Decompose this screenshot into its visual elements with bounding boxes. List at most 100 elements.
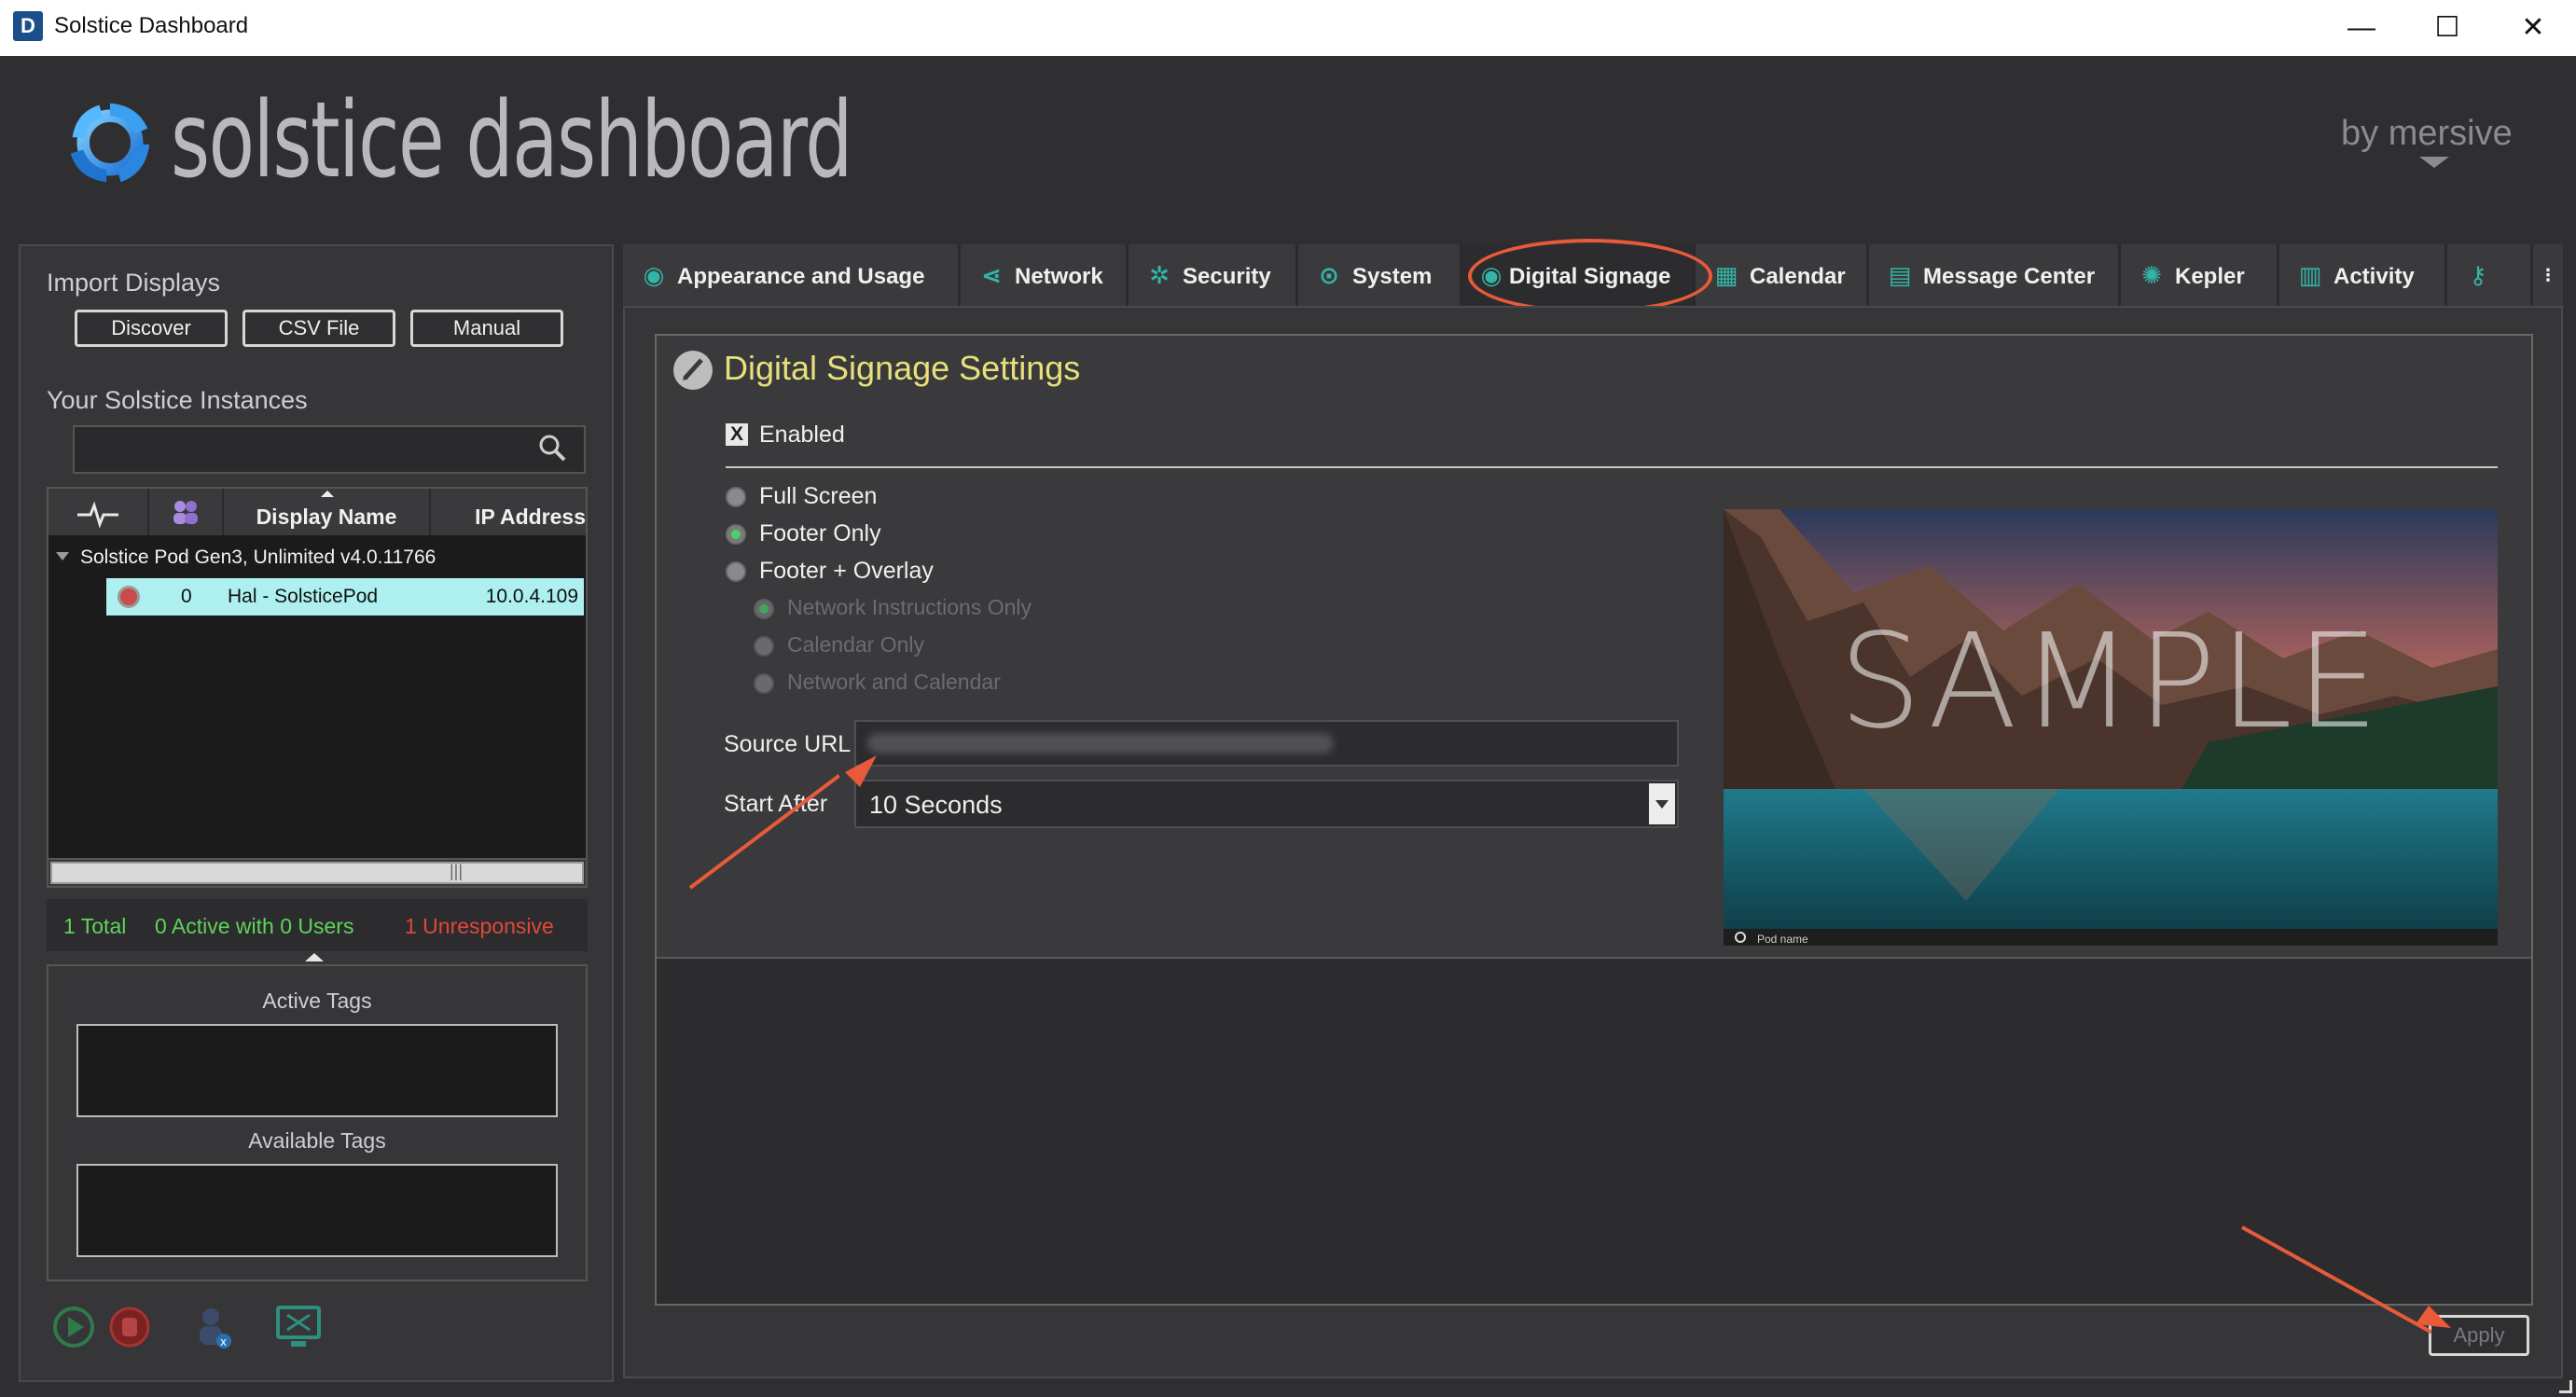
close-button[interactable]: ✕ <box>2490 0 2576 56</box>
users-icon <box>173 501 198 524</box>
eye-icon: ◉ <box>643 261 665 289</box>
calendar-only-label: Calendar Only <box>787 632 925 657</box>
window-titlebar: D Solstice Dashboard — ☐ ✕ <box>0 0 2576 56</box>
tab-system[interactable]: ⊙ System <box>1298 244 1462 306</box>
tab-overflow-button[interactable]: ⋮ <box>2533 244 2563 306</box>
available-tags-label: Available Tags <box>248 1128 386 1153</box>
enabled-label: Enabled <box>759 422 845 448</box>
calendar-only-radio[interactable] <box>754 636 774 657</box>
calendar-icon: ▦ <box>1714 261 1738 289</box>
active-tags-label: Active Tags <box>262 989 372 1013</box>
tab-message-center[interactable]: ▤ Message Center <box>1869 244 2121 306</box>
import-displays-label: Import Displays <box>47 269 221 297</box>
tab-license[interactable]: ⚷ <box>2447 244 2533 306</box>
full-screen-label: Full Screen <box>759 483 878 509</box>
footer-overlay-label: Footer + Overlay <box>759 558 934 584</box>
tab-network[interactable]: ⋖ Network <box>961 244 1129 306</box>
tab-security[interactable]: ✲ Security <box>1129 244 1298 306</box>
tab-label: Network <box>1015 264 1103 289</box>
maximize-button[interactable]: ☐ <box>2404 0 2490 56</box>
scrollbar-grip: ||| <box>450 862 464 880</box>
resize-grip-icon[interactable] <box>2559 1380 2572 1393</box>
network-and-calendar-radio[interactable] <box>754 673 774 694</box>
footer-overlay-radio[interactable] <box>726 561 746 582</box>
available-tags-list[interactable] <box>76 1164 558 1257</box>
stop-hand-icon[interactable] <box>108 1306 151 1349</box>
grid-header: Display Name IP Address <box>48 489 586 535</box>
users-column-header[interactable] <box>149 489 224 535</box>
dropdown-button[interactable] <box>1649 783 1675 824</box>
unresponsive-count: 1 Unresponsive <box>405 914 554 938</box>
active-count: 0 Active with 0 Users <box>155 914 354 938</box>
play-icon[interactable] <box>52 1306 95 1349</box>
tags-panel: Active Tags Available Tags <box>47 964 588 1281</box>
tab-appearance-and-usage[interactable]: ◉ Appearance and Usage <box>623 244 961 306</box>
solstice-logo-icon <box>70 103 150 183</box>
instances-status-bar: 1 Total 0 Active with 0 Users 1 Unrespon… <box>47 899 588 951</box>
mersive-byline: by mersive <box>2341 114 2513 153</box>
key-icon: ⚷ <box>2469 261 2487 289</box>
network-icon: ⋖ <box>981 261 1002 289</box>
search-icon[interactable] <box>537 433 567 463</box>
minimize-button[interactable]: — <box>2319 0 2404 56</box>
csv-file-button[interactable]: CSV File <box>242 310 395 347</box>
instances-grid: Display Name IP Address Solstice Pod Gen… <box>47 487 588 888</box>
chevron-down-icon <box>1655 800 1669 809</box>
display-name-cell: Hal - SolsticePod <box>228 586 379 607</box>
annotation-arrowhead <box>2416 1306 2451 1328</box>
sample-watermark: SAMPLE <box>1838 606 2383 758</box>
window-title: Solstice Dashboard <box>54 13 249 38</box>
pod-group-header[interactable]: Solstice Pod Gen3, Unlimited v4.0.11766 <box>80 546 436 569</box>
start-after-select[interactable]: 10 Seconds <box>854 780 1679 828</box>
annotation-highlight-circle <box>1468 239 1712 313</box>
app-icon: D <box>13 11 43 41</box>
health-column-header[interactable] <box>48 489 149 535</box>
digital-signage-settings: Digital Signage Settings X Enabled Full … <box>657 336 2531 959</box>
horizontal-scrollbar[interactable]: ||| <box>48 858 586 886</box>
network-instructions-label: Network Instructions Only <box>787 595 1032 619</box>
footer-only-label: Footer Only <box>759 520 881 546</box>
sort-ascending-icon <box>321 491 334 497</box>
network-and-calendar-label: Network and Calendar <box>787 670 1001 694</box>
group-collapse-icon[interactable] <box>56 552 69 560</box>
bar-chart-icon: ▥ <box>2298 261 2322 289</box>
tab-kepler[interactable]: ✺ Kepler <box>2121 244 2279 306</box>
ip-address-column-header[interactable]: IP Address <box>431 489 589 535</box>
total-count: 1 Total <box>63 914 127 938</box>
system-icon: ⊙ <box>1319 261 1339 289</box>
user-count-cell: 0 <box>181 586 192 607</box>
mersive-chevron-icon <box>2419 157 2449 168</box>
brand-wordmark: solstice dashboard <box>171 80 852 201</box>
discover-button[interactable]: Discover <box>75 310 228 347</box>
settings-pen-icon <box>673 351 713 390</box>
screen-share-icon[interactable] <box>274 1304 323 1350</box>
gear-icon: ✲ <box>1149 261 1170 289</box>
solstice-instances-label: Your Solstice Instances <box>47 386 308 414</box>
page-title: Digital Signage Settings <box>724 349 1081 387</box>
tab-label: Message Center <box>1923 264 2096 289</box>
footer-only-radio[interactable] <box>726 524 746 545</box>
tab-label: Security <box>1183 264 1271 289</box>
splitter-up-icon[interactable] <box>305 953 324 961</box>
tab-label: Activity <box>2334 264 2415 289</box>
divider <box>726 466 2498 468</box>
tab-label: Appearance and Usage <box>677 264 925 289</box>
preview-footer-label: Pod name <box>1757 933 1808 946</box>
enabled-checkbox[interactable]: X <box>726 423 748 446</box>
digital-signage-content: Digital Signage Settings X Enabled Full … <box>655 334 2533 1306</box>
tab-calendar[interactable]: ▦ Calendar <box>1696 244 1869 306</box>
tab-label: Calendar <box>1750 264 1846 289</box>
remove-user-icon[interactable]: x <box>192 1304 235 1352</box>
heartbeat-icon <box>77 501 118 529</box>
table-row[interactable]: 0 Hal - SolsticePod 10.0.4.109 <box>106 578 584 616</box>
active-tags-list[interactable] <box>76 1024 558 1117</box>
scrollbar-thumb[interactable] <box>50 862 584 884</box>
full-screen-radio[interactable] <box>726 487 746 507</box>
tab-activity[interactable]: ▥ Activity <box>2279 244 2447 306</box>
settings-panel: Digital Signage Settings X Enabled Full … <box>623 306 2563 1378</box>
instances-search-input[interactable] <box>73 425 586 474</box>
network-instructions-radio[interactable] <box>754 599 774 619</box>
unresponsive-status-icon <box>118 586 140 608</box>
manual-button[interactable]: Manual <box>410 310 563 347</box>
message-icon: ▤ <box>1888 261 1912 289</box>
